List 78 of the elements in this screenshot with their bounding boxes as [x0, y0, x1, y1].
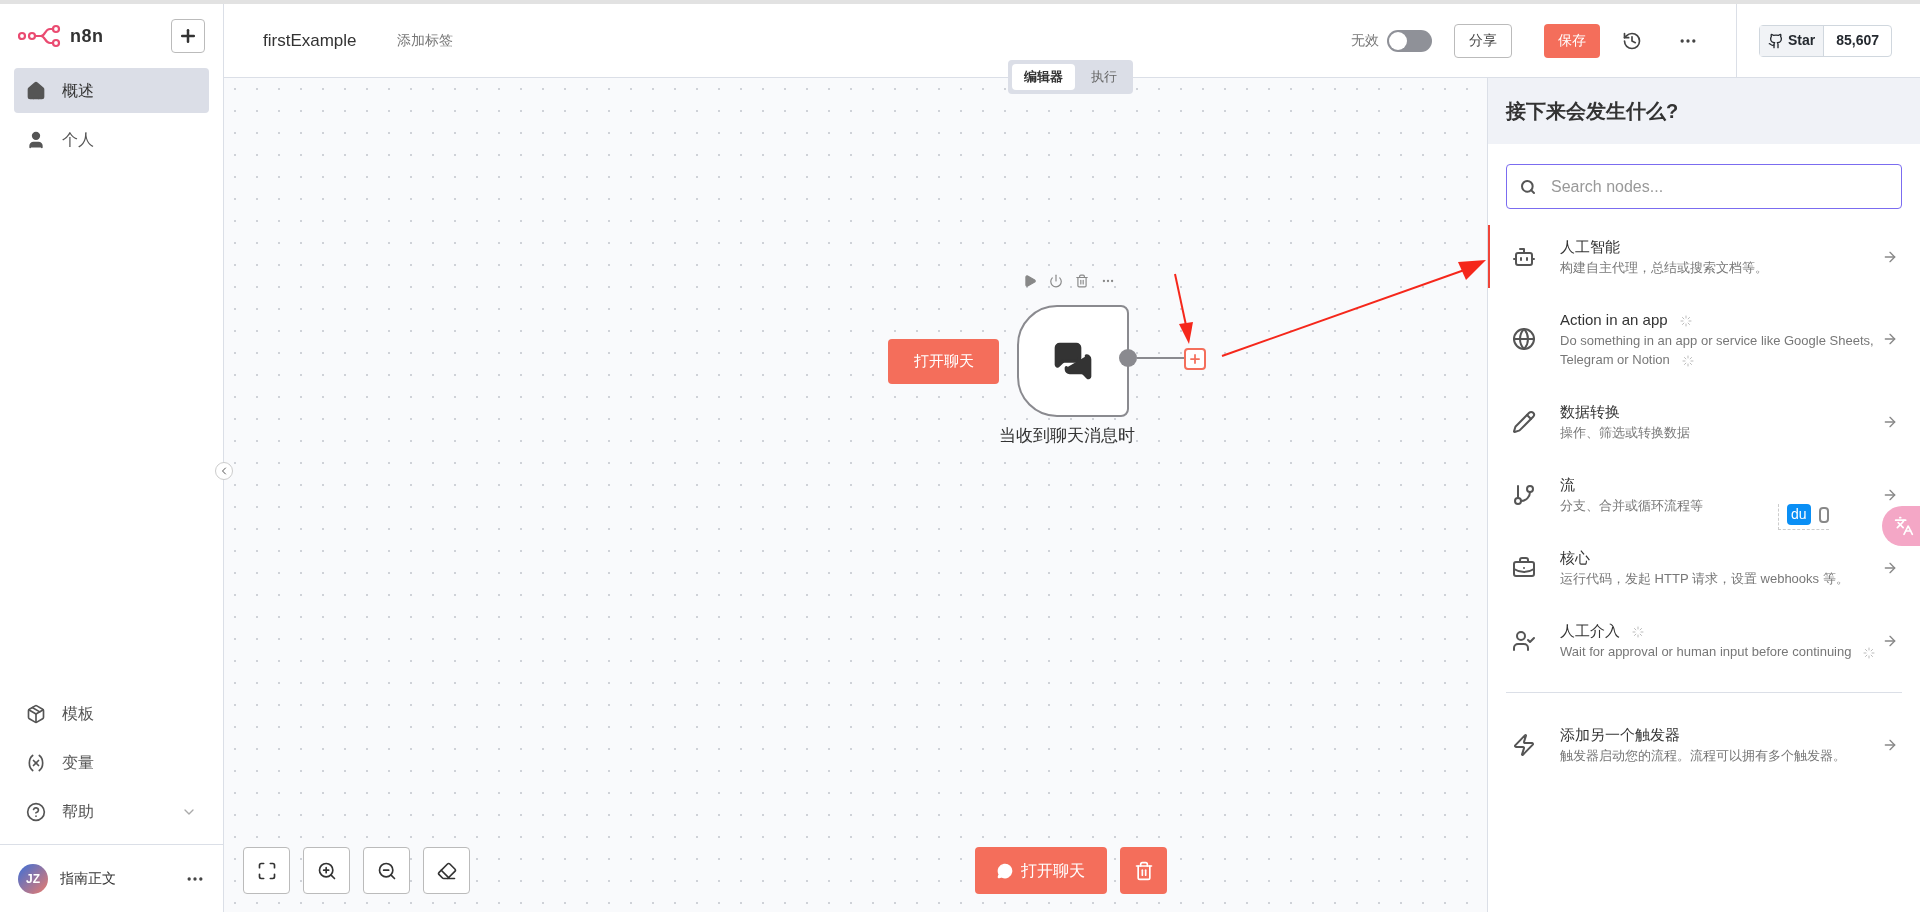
- item-title: 数据转换: [1560, 402, 1620, 422]
- translate-button[interactable]: [1882, 506, 1920, 546]
- node-category-item[interactable]: 人工介入 Wait for approval or human input before continuing: [1488, 609, 1920, 672]
- plus-icon: [1188, 352, 1202, 366]
- node-category-item[interactable]: 核心 运行代码，发起 HTTP 请求，设置 webhooks 等。: [1488, 536, 1920, 599]
- logo-text: n8n: [70, 24, 104, 48]
- logo-icon: [18, 24, 62, 48]
- add-tag-link[interactable]: 添加标签: [396, 30, 453, 51]
- active-label: 无效: [1350, 31, 1379, 50]
- sidebar-item[interactable]: 变量: [14, 738, 209, 787]
- user-name: 指南正文: [60, 869, 116, 888]
- node-category-item[interactable]: 添加另一个触发器 触发器启动您的流程。流程可以拥有多个触发器。: [1488, 713, 1920, 776]
- trigger-node[interactable]: [1017, 305, 1129, 417]
- item-description: 构建自主代理，总结或搜索文档等。: [1560, 259, 1768, 277]
- branch-icon: [1512, 482, 1536, 507]
- node-category-item[interactable]: Action in an app Do something in an app or service like Google Sheets, Telegram or Notion: [1488, 298, 1920, 380]
- help-icon: [26, 801, 46, 822]
- item-title: 核心: [1560, 548, 1590, 568]
- sidebar-item[interactable]: 帮助: [14, 787, 209, 836]
- fit-view-icon: [256, 860, 277, 881]
- toolbox-icon: [1512, 555, 1536, 580]
- chat-icon: [1053, 341, 1093, 381]
- sidebar-item[interactable]: 个人: [14, 117, 209, 162]
- github-star-button[interactable]: Star: [1759, 25, 1825, 56]
- item-title: 添加另一个触发器: [1560, 725, 1680, 745]
- canvas-tab[interactable]: 执行: [1079, 64, 1129, 90]
- trash-icon: [1133, 860, 1154, 881]
- node-category-item[interactable]: 数据转换 操作、筛选或转换数据: [1488, 390, 1920, 453]
- user-check-icon: [1512, 628, 1536, 653]
- trash-icon[interactable]: [1075, 274, 1089, 288]
- play-icon[interactable]: [1023, 274, 1037, 288]
- workflow-name[interactable]: firstExample: [263, 27, 357, 54]
- add-button[interactable]: [171, 19, 205, 53]
- panel-title: 接下来会发生什么?: [1506, 99, 1679, 124]
- item-title: 流: [1560, 475, 1575, 495]
- node-category-item[interactable]: 人工智能 构建自主代理，总结或搜索文档等。: [1488, 225, 1920, 288]
- sidebar-item[interactable]: 概述: [14, 68, 209, 113]
- sidebar-item[interactable]: 模板: [14, 689, 209, 738]
- add-node-button[interactable]: [1184, 348, 1206, 370]
- variable-icon: [26, 752, 46, 773]
- history-icon[interactable]: [1621, 30, 1642, 51]
- bolt-icon: [1512, 732, 1536, 757]
- item-title: 人工智能: [1560, 237, 1620, 257]
- tidy-button[interactable]: [423, 847, 470, 894]
- zoom-out-icon: [376, 860, 397, 881]
- user-icon: [26, 129, 46, 150]
- zoom-in-icon: [316, 860, 337, 881]
- item-description: 操作、筛选或转换数据: [1560, 424, 1690, 442]
- github-icon: [1767, 32, 1784, 49]
- share-button[interactable]: 分享: [1453, 23, 1512, 58]
- avatar[interactable]: JZ: [18, 863, 48, 894]
- zoom-out-button[interactable]: [363, 847, 410, 894]
- node-label: 当收到聊天消息时: [999, 425, 1135, 447]
- chat-icon: [997, 862, 1013, 879]
- item-description: 运行代码，发起 HTTP 请求，设置 webhooks 等。: [1560, 570, 1849, 588]
- item-description: Do something in an app or service like Google Sheets, Telegram or Notion: [1560, 332, 1875, 369]
- star-count[interactable]: 85,607: [1824, 25, 1891, 56]
- power-icon[interactable]: [1049, 274, 1063, 288]
- pencil-icon: [1512, 409, 1536, 434]
- search-field[interactable]: Search nodes...: [1506, 164, 1902, 209]
- arrow-right-icon: [1882, 331, 1898, 347]
- delete-button[interactable]: [1120, 847, 1167, 894]
- zoom-in-button[interactable]: [303, 847, 350, 894]
- globe-icon: [1512, 327, 1536, 351]
- box-icon: [26, 703, 46, 724]
- plus-icon: [178, 26, 198, 46]
- search-icon: [1520, 179, 1536, 195]
- item-title: Action in an app: [1560, 309, 1692, 331]
- item-title: 人工介入: [1560, 620, 1644, 642]
- item-description: Wait for approval or human input before continuing: [1560, 642, 1876, 661]
- item-description: 触发器启动您的流程。流程可以拥有多个触发器。: [1560, 747, 1846, 765]
- active-toggle[interactable]: [1386, 29, 1432, 52]
- translate-icon: [1894, 516, 1914, 536]
- item-description: 分支、合并或循环流程等: [1560, 497, 1703, 515]
- eraser-icon: [436, 860, 457, 881]
- canvas-tab[interactable]: 编辑器: [1012, 64, 1075, 90]
- home-icon: [26, 80, 46, 101]
- fit-view-button[interactable]: [243, 847, 290, 894]
